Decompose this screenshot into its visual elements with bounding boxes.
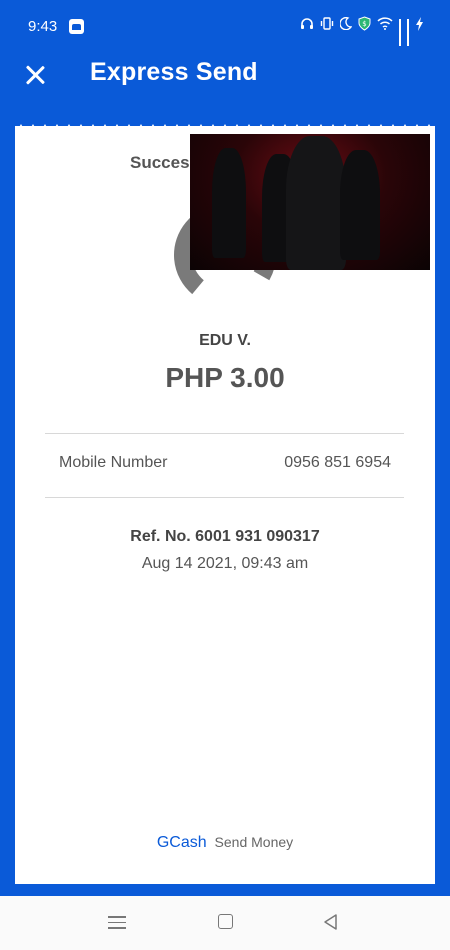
status-icons: $ xyxy=(300,16,424,46)
receipt-zigzag-top xyxy=(15,124,435,134)
footer-brand: GCash Send Money xyxy=(0,834,450,852)
mobile-number-label: Mobile Number xyxy=(59,454,168,471)
video-figure xyxy=(286,136,346,270)
reference-number: Ref. No. 6001 931 090317 xyxy=(130,528,320,545)
close-icon[interactable] xyxy=(22,62,48,88)
headphones-icon xyxy=(300,17,314,33)
moon-icon xyxy=(339,16,353,33)
home-icon[interactable] xyxy=(218,914,233,929)
transaction-status-label: Succes xyxy=(130,153,190,172)
gcash-logo: GCash xyxy=(156,834,207,851)
video-figure xyxy=(212,148,246,258)
signal-icon xyxy=(407,19,409,46)
transaction-amount: PHP 3.00 xyxy=(165,362,285,393)
vibrate-icon xyxy=(320,17,334,33)
status-time: 9:43 xyxy=(28,18,58,35)
recipient-name: EDU V. xyxy=(199,332,251,349)
picture-in-picture-video[interactable] xyxy=(190,134,430,270)
video-figure xyxy=(340,150,380,260)
wifi-icon xyxy=(377,17,393,33)
signal-icon xyxy=(399,19,401,46)
footer-subtitle: Send Money xyxy=(214,834,294,850)
divider xyxy=(45,497,404,498)
back-icon[interactable] xyxy=(322,913,340,931)
page-title: Express Send xyxy=(90,58,258,86)
transaction-date: Aug 14 2021, 09:43 am xyxy=(141,555,309,572)
app-header: Express Send xyxy=(0,40,450,110)
mobile-number-value: 0956 851 6954 xyxy=(284,454,391,471)
svg-text:$: $ xyxy=(362,20,366,28)
receipt-zigzag-bottom xyxy=(15,874,435,884)
status-bar: 9:43 $ xyxy=(0,0,450,46)
menu-icon[interactable] xyxy=(108,916,126,930)
system-nav-bar xyxy=(0,896,450,950)
shield-icon: $ xyxy=(358,16,371,34)
divider xyxy=(45,433,404,434)
notification-app-icon xyxy=(69,19,84,34)
charging-icon xyxy=(415,16,424,34)
